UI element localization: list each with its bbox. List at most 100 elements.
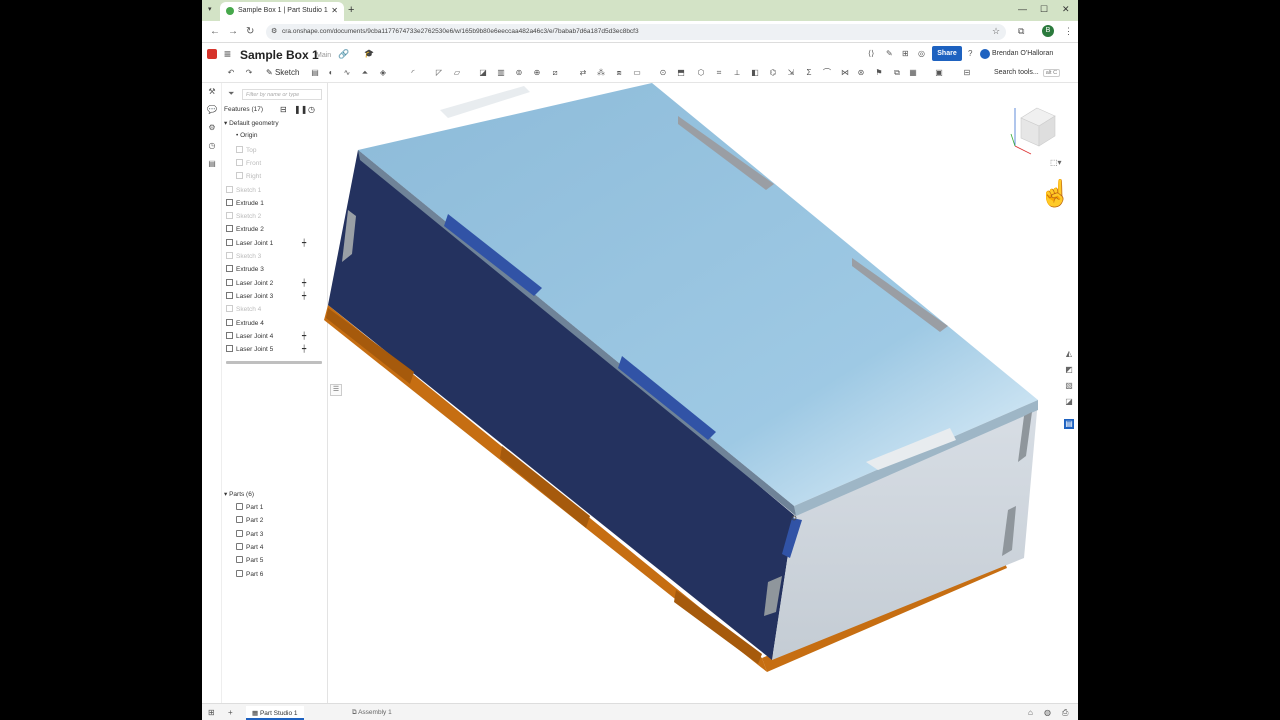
close-tab-icon[interactable]: ✕ <box>331 6 338 15</box>
search-tools-input[interactable]: Search tools... alt C <box>994 69 1061 77</box>
section-icon[interactable]: ◧ <box>750 68 760 78</box>
part-item-4[interactable]: Part 4 <box>236 542 263 551</box>
front-panel-top-edge[interactable] <box>358 150 796 514</box>
timer-icon[interactable]: ◷ <box>308 105 315 114</box>
wrap-icon[interactable]: ⌬ <box>768 68 778 78</box>
more-tools-icon[interactable]: ⊟ <box>962 68 972 78</box>
cutlist-icon[interactable]: ▤ <box>1064 419 1074 429</box>
part-item-5[interactable]: Part 5 <box>236 556 263 564</box>
filter-icon[interactable]: ⏷ <box>228 89 234 99</box>
share-button[interactable]: Share <box>932 46 962 61</box>
3d-viewport[interactable] <box>202 0 1078 720</box>
bom-icon[interactable]: ▤ <box>207 159 217 168</box>
mirror-icon[interactable]: ⧈ <box>614 68 624 78</box>
custom-feature-icon[interactable]: ⚑ <box>874 68 884 78</box>
user-name[interactable]: Brendan O'Halloran <box>992 50 1053 57</box>
feature-item-laser-joint-2[interactable]: Laser Joint 2 ┿ <box>226 278 306 289</box>
site-info-icon[interactable]: ⚙ <box>271 27 277 35</box>
part-item-3[interactable]: Part 3 <box>236 529 263 538</box>
filter-input[interactable]: Filter by name or type <box>242 89 322 100</box>
reload-icon[interactable]: ↻ <box>246 26 254 37</box>
insert-tab-icon[interactable]: + <box>228 708 233 717</box>
learning-cap-icon[interactable]: 🎓 <box>364 49 374 58</box>
user-avatar[interactable] <box>980 49 990 59</box>
parts-panel-icon[interactable]: ◩ <box>1064 365 1074 375</box>
configurations-icon[interactable]: ⚙ <box>207 123 217 132</box>
ar-icon[interactable]: ◎ <box>918 49 925 58</box>
browser-menu-icon[interactable]: ⋮ <box>1064 26 1073 37</box>
revolve-icon[interactable]: ◐ <box>326 68 336 78</box>
feature-item-extrude-2[interactable]: Extrude 2 <box>226 225 264 235</box>
variables-icon[interactable]: ⟨⟩ <box>868 49 874 58</box>
vertex-point[interactable] <box>791 515 797 521</box>
sweep-icon[interactable]: ∿ <box>342 68 352 78</box>
view-mode-icon[interactable]: ⌂ <box>1028 708 1033 717</box>
bottom-panel-front-edge[interactable] <box>324 305 767 672</box>
new-tab-icon[interactable]: + <box>348 4 354 16</box>
forward-icon[interactable]: → <box>228 26 238 37</box>
link-icon[interactable]: 🔗 <box>338 49 349 60</box>
url-field[interactable]: ⚙ cra.onshape.com/documents/9cba11776747… <box>266 24 1006 40</box>
branch-label[interactable]: Main <box>316 52 331 59</box>
flatten-icon[interactable]: ▦ <box>908 68 918 78</box>
hole-icon[interactable]: ⊚ <box>514 68 524 78</box>
tab-search-icon[interactable]: ▾ <box>208 5 212 13</box>
top-panel-face[interactable] <box>358 83 1038 506</box>
front-panel-face[interactable] <box>328 150 794 660</box>
close-window-icon[interactable]: ✕ <box>1062 4 1070 15</box>
list-toggle-icon[interactable]: ☰ <box>330 384 342 396</box>
variable-icon[interactable]: Σ <box>804 68 814 78</box>
fit-spline-icon[interactable]: ⌒ <box>822 68 832 78</box>
rib-icon[interactable]: ▥ <box>496 68 506 78</box>
feature-item-extrude-4[interactable]: Extrude 4 <box>226 318 264 329</box>
plane-icon[interactable]: ▭ <box>632 68 642 78</box>
feature-item-laser-joint-4[interactable]: Laser Joint 4 ┿ <box>226 331 306 342</box>
comments-icon[interactable]: 💬 <box>207 105 217 114</box>
feature-item-extrude-1[interactable]: Extrude 1 <box>226 198 264 209</box>
parts-header[interactable]: ▾ Parts (6) <box>224 490 254 498</box>
replicate-icon[interactable]: ⧉ <box>892 68 902 78</box>
sketch-button[interactable]: ✎ Sketch <box>266 68 299 77</box>
graphics-icon[interactable]: ◪ <box>1064 397 1074 407</box>
thicken-icon[interactable]: ◈ <box>378 68 388 78</box>
transform-icon[interactable]: ⇄ <box>578 68 588 78</box>
minimize-icon[interactable]: — <box>1018 4 1027 14</box>
feature-item-sketch-4[interactable]: Sketch 4 <box>226 305 261 315</box>
undo-icon[interactable]: ↶ <box>226 68 236 78</box>
mate-connector-icon[interactable]: ⊙ <box>658 68 668 78</box>
tab-part-studio-1[interactable]: ▦ Part Studio 1 <box>246 706 304 720</box>
bookmark-star-icon[interactable]: ☆ <box>992 26 1000 37</box>
chamfer-icon[interactable]: ◸ <box>434 68 444 78</box>
rollback-icon[interactable]: ⊟ <box>280 105 287 114</box>
feature-item-extrude-3[interactable]: Extrude 3 <box>226 265 264 275</box>
feature-item-sketch-3[interactable]: Sketch 3 <box>226 252 261 262</box>
box-icon[interactable]: ▣ <box>934 68 944 78</box>
back-icon[interactable]: ← <box>210 26 220 37</box>
appearance-icon[interactable]: ◭ <box>1064 349 1074 359</box>
part-item-6[interactable]: Part 6 <box>236 569 263 578</box>
shell-icon[interactable]: ▱ <box>452 68 462 78</box>
feature-item-top[interactable]: Top <box>236 145 256 156</box>
top-panel-edge-front[interactable] <box>358 150 796 516</box>
sheet-metal-icon[interactable]: ⬒ <box>676 68 686 78</box>
browser-tab[interactable]: Sample Box 1 | Part Studio 1 ✕ <box>220 2 344 21</box>
mass-properties-icon[interactable]: ▧ <box>1064 381 1074 391</box>
tab-assembly-1[interactable]: ⧉ Assembly 1 <box>346 706 398 720</box>
notifications-icon[interactable]: ✎ <box>886 49 893 58</box>
print-icon[interactable]: ⎙ <box>1062 708 1068 718</box>
feature-item-laser-joint-3[interactable]: Laser Joint 3 ┿ <box>226 291 306 302</box>
extensions-icon[interactable]: ⧉ <box>1018 26 1024 37</box>
render-icon[interactable]: ◍ <box>1044 708 1051 717</box>
configure-icon[interactable]: ⊛ <box>856 68 866 78</box>
feature-item-laser-joint-5[interactable]: Laser Joint 5 ┿ <box>226 345 306 355</box>
derive-icon[interactable]: ⇲ <box>786 68 796 78</box>
extrude-icon[interactable]: ▤ <box>310 68 320 78</box>
view-options-icon[interactable]: ⬚▾ <box>1050 158 1062 167</box>
feature-item-sketch-1[interactable]: Sketch 1 <box>226 185 261 196</box>
feature-item-sketch-2[interactable]: Sketch 2 <box>226 212 261 222</box>
help-icon[interactable]: ? <box>968 49 972 58</box>
feature-item-default-geometry[interactable]: ▾ Default geometry <box>224 119 279 129</box>
onshape-logo-icon[interactable] <box>207 49 217 59</box>
tools-icon[interactable]: ⚒ <box>207 87 217 96</box>
pattern-icon[interactable]: ⁂ <box>596 68 606 78</box>
